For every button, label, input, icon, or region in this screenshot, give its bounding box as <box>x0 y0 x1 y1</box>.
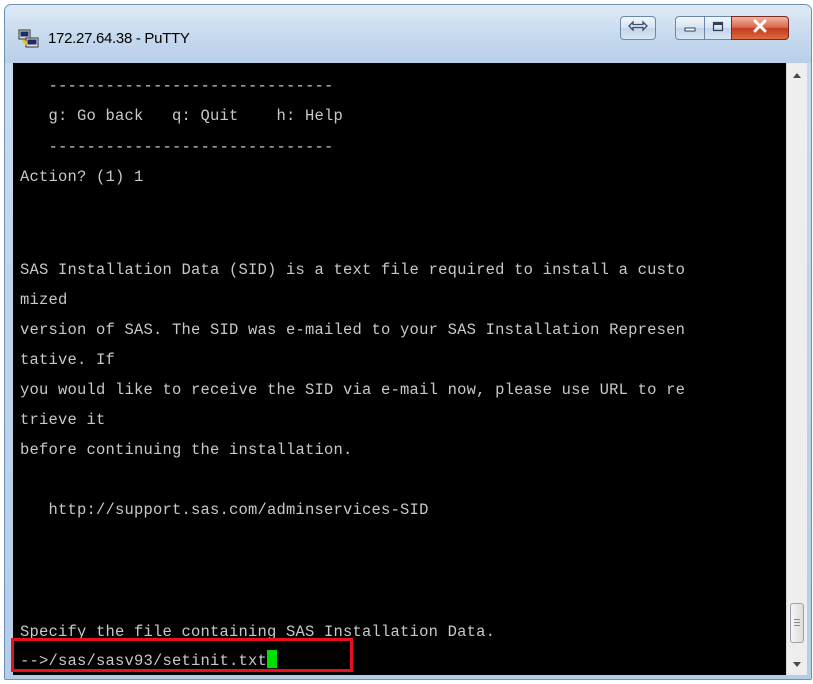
terminal-line: Specify the file containing SAS Installa… <box>20 623 496 641</box>
terminal-line: http://support.sas.com/adminservices-SID <box>20 501 429 519</box>
terminal-line: ------------------------------ <box>20 138 334 156</box>
terminal-line: tative. If <box>20 351 116 369</box>
terminal-line: version of SAS. The SID was e-mailed to … <box>20 321 686 339</box>
terminal-line: you would like to receive the SID via e-… <box>20 381 686 399</box>
minimize-button[interactable] <box>675 16 705 40</box>
text-cursor <box>267 650 278 668</box>
terminal-prompt-line[interactable]: -->/sas/sasv93/setinit.txt <box>20 650 278 672</box>
close-button[interactable] <box>731 16 789 40</box>
title-bar[interactable]: 172.27.64.38 - PuTTY <box>5 5 811 63</box>
terminal-line: SAS Installation Data (SID) is a text fi… <box>20 261 686 279</box>
terminal-screen[interactable]: ------------------------------ g: Go bac… <box>13 63 786 675</box>
close-icon <box>752 19 768 38</box>
terminal-line: trieve it <box>20 411 106 429</box>
vertical-scrollbar[interactable] <box>786 63 807 675</box>
switch-arrows-icon <box>628 19 648 37</box>
scroll-up-button[interactable] <box>787 65 807 83</box>
terminal-line: g: Go back q: Quit h: Help <box>20 107 344 125</box>
maximize-button[interactable] <box>704 16 732 40</box>
scroll-down-button[interactable] <box>787 655 807 673</box>
terminal-line: before continuing the installation. <box>20 441 353 459</box>
maximize-icon <box>712 19 724 37</box>
scroll-thumb[interactable] <box>790 603 804 643</box>
arrow-up-icon <box>793 65 801 83</box>
arrow-down-icon <box>793 655 801 673</box>
putty-window: 172.27.64.38 - PuTTY -------------------… <box>4 4 812 680</box>
minimize-icon <box>684 19 696 37</box>
switch-button[interactable] <box>620 16 656 40</box>
grip-line <box>794 625 800 626</box>
window-title: 172.27.64.38 - PuTTY <box>48 30 190 47</box>
putty-icon[interactable] <box>18 29 40 49</box>
terminal-line: Action? (1) 1 <box>20 168 144 186</box>
grip-line <box>794 619 800 620</box>
grip-line <box>794 622 800 623</box>
terminal-line: mized <box>20 291 68 309</box>
terminal-line: ------------------------------ <box>20 77 334 95</box>
prompt-input-text[interactable]: -->/sas/sasv93/setinit.txt <box>20 652 267 670</box>
